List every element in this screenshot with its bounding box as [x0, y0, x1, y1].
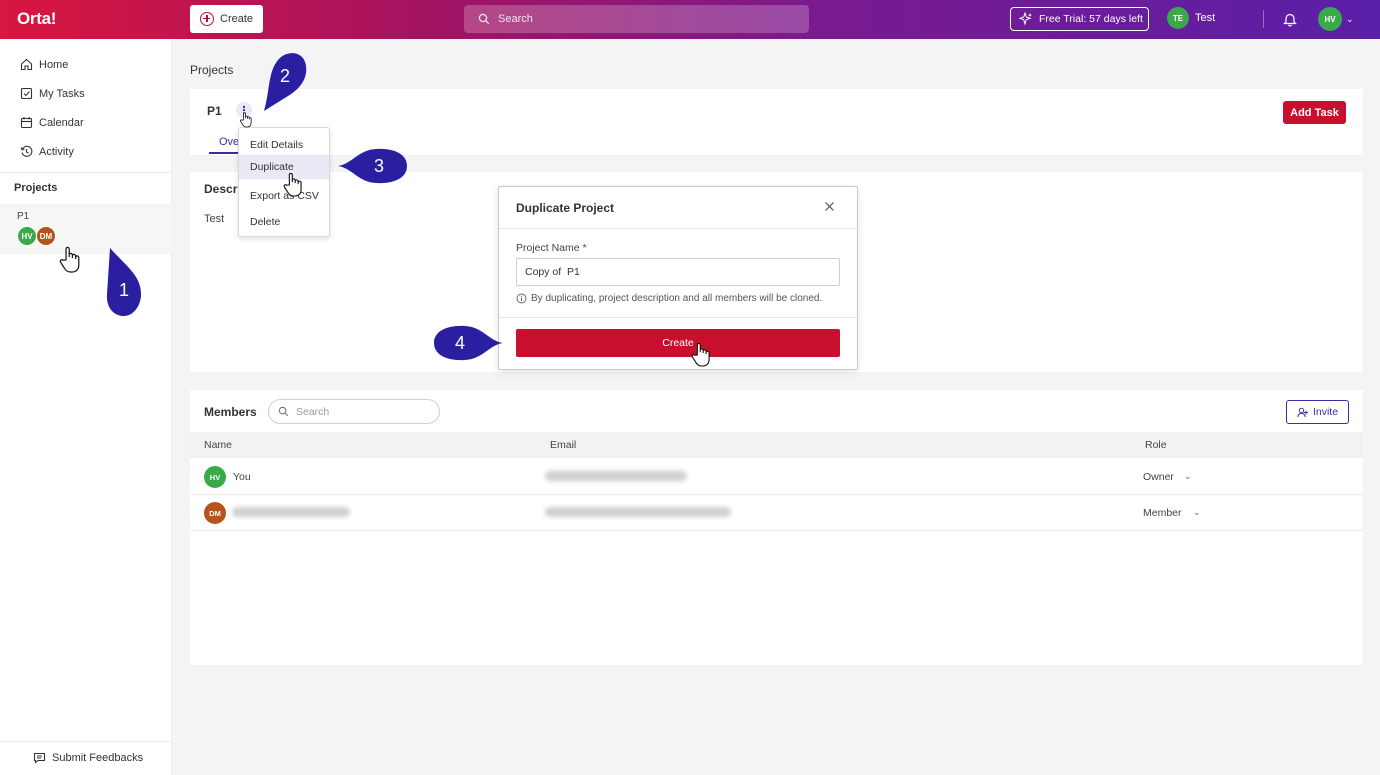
step-4-label: 4 [454, 332, 465, 353]
hand-cursor-icon [239, 112, 252, 128]
sidebar-divider [0, 172, 172, 173]
members-table-header: Name Email Role [190, 432, 1363, 458]
sidebar-item-my-tasks[interactable]: My Tasks [20, 87, 85, 100]
sparkle-icon [1019, 12, 1032, 26]
members-search-placeholder: Search [296, 405, 330, 418]
dialog-create-button[interactable]: Create [516, 329, 840, 357]
column-header-email: Email [550, 439, 577, 451]
chevron-down-icon[interactable]: ⌄ [1346, 14, 1354, 25]
step-1-label: 1 [118, 279, 129, 300]
member-role-select[interactable]: Member [1143, 507, 1182, 519]
submit-feedback-button[interactable]: Submit Feedbacks [33, 752, 143, 764]
topbar-divider [1263, 10, 1264, 28]
workspace-avatar[interactable]: TE [1167, 7, 1189, 29]
sidebar-item-label: Home [39, 58, 69, 71]
hand-cursor-icon [59, 246, 80, 273]
search-icon [478, 13, 490, 25]
sidebar-item-label: My Tasks [39, 87, 85, 100]
plus-circle-icon [200, 12, 214, 26]
member-role-select[interactable]: Owner [1143, 471, 1174, 483]
member-name-redacted [232, 507, 350, 517]
free-trial-button[interactable]: Free Trial: 57 days left [1010, 7, 1149, 31]
avatar: HV [204, 466, 226, 488]
sidebar-bottom-divider [0, 741, 172, 742]
top-bar: Orta! Create Search Free Trial: 57 days … [0, 0, 1380, 39]
global-search-input[interactable]: Search [464, 5, 809, 33]
calendar-icon [20, 117, 33, 129]
add-user-icon [1297, 407, 1308, 417]
feedback-icon [33, 752, 46, 764]
member-name: You [233, 471, 251, 483]
duplicate-project-dialog: Duplicate Project Project Name * By dupl… [498, 186, 858, 370]
members-heading: Members [204, 405, 257, 419]
sidebar-projects-heading: Projects [14, 182, 58, 194]
checkbox-icon [20, 87, 33, 100]
sidebar-project-p1[interactable]: P1 HV DM [0, 204, 172, 254]
invite-button[interactable]: Invite [1286, 400, 1349, 424]
user-avatar[interactable]: HV [1318, 7, 1342, 31]
description-heading: Descri [204, 182, 241, 196]
member-email-redacted [545, 507, 731, 517]
close-icon[interactable] [824, 201, 835, 212]
project-name-field[interactable] [516, 258, 840, 286]
dialog-title: Duplicate Project [516, 201, 615, 215]
search-icon [278, 406, 289, 417]
menu-item-edit-details[interactable]: Edit Details [239, 133, 329, 157]
dialog-divider [499, 228, 857, 229]
chevron-down-icon[interactable]: ⌄ [1193, 507, 1201, 518]
workspace-name[interactable]: Test [1195, 12, 1215, 24]
sidebar-project-name: P1 [17, 211, 30, 222]
add-task-button[interactable]: Add Task [1283, 101, 1346, 124]
step-2-label: 2 [279, 65, 290, 86]
dialog-divider [499, 317, 857, 318]
chevron-down-icon[interactable]: ⌄ [1184, 471, 1192, 482]
app-logo[interactable]: Orta! [17, 9, 56, 29]
duplicate-hint-text: By duplicating, project description and … [531, 293, 823, 304]
avatar: DM [36, 226, 56, 246]
avatar: DM [204, 502, 226, 524]
sidebar-item-calendar[interactable]: Calendar [20, 116, 84, 129]
step-3-label: 3 [373, 155, 384, 176]
sidebar-item-label: Activity [39, 145, 74, 158]
bell-icon[interactable] [1283, 12, 1297, 27]
avatar: HV [17, 226, 37, 246]
free-trial-label: Free Trial: 57 days left [1039, 13, 1143, 25]
column-header-role: Role [1145, 439, 1167, 451]
duplicate-hint: By duplicating, project description and … [516, 293, 822, 304]
menu-item-delete[interactable]: Delete [239, 210, 329, 234]
page-title: Projects [190, 63, 234, 77]
sidebar-item-activity[interactable]: Activity [20, 145, 74, 158]
sidebar: Home My Tasks Calendar Activity Projects… [0, 39, 172, 775]
info-icon [516, 293, 527, 304]
history-icon [20, 145, 33, 157]
column-header-name: Name [204, 439, 233, 451]
create-button[interactable]: Create [190, 5, 263, 33]
sidebar-item-home[interactable]: Home [20, 58, 68, 71]
submit-feedback-label: Submit Feedbacks [52, 752, 144, 764]
table-row: DM Member ⌄ [190, 495, 1363, 531]
create-button-label: Create [220, 13, 254, 25]
hand-cursor-icon [691, 342, 710, 367]
invite-label: Invite [1312, 406, 1339, 418]
project-name-label-text: Project Name [516, 242, 580, 254]
project-name-label: Project Name * [516, 242, 587, 254]
table-row: HV You Owner ⌄ [190, 459, 1363, 495]
project-title: P1 [207, 104, 222, 118]
home-icon [20, 58, 33, 71]
project-header-card [190, 89, 1363, 155]
sidebar-item-label: Calendar [39, 116, 84, 129]
required-mark: * [582, 242, 587, 254]
global-search-placeholder: Search [498, 13, 533, 25]
members-search-input[interactable]: Search [268, 399, 440, 424]
hand-cursor-icon [283, 172, 302, 197]
member-email-redacted [545, 471, 687, 481]
description-text: Test [204, 213, 225, 225]
tab-overview[interactable]: Ove [209, 136, 239, 154]
